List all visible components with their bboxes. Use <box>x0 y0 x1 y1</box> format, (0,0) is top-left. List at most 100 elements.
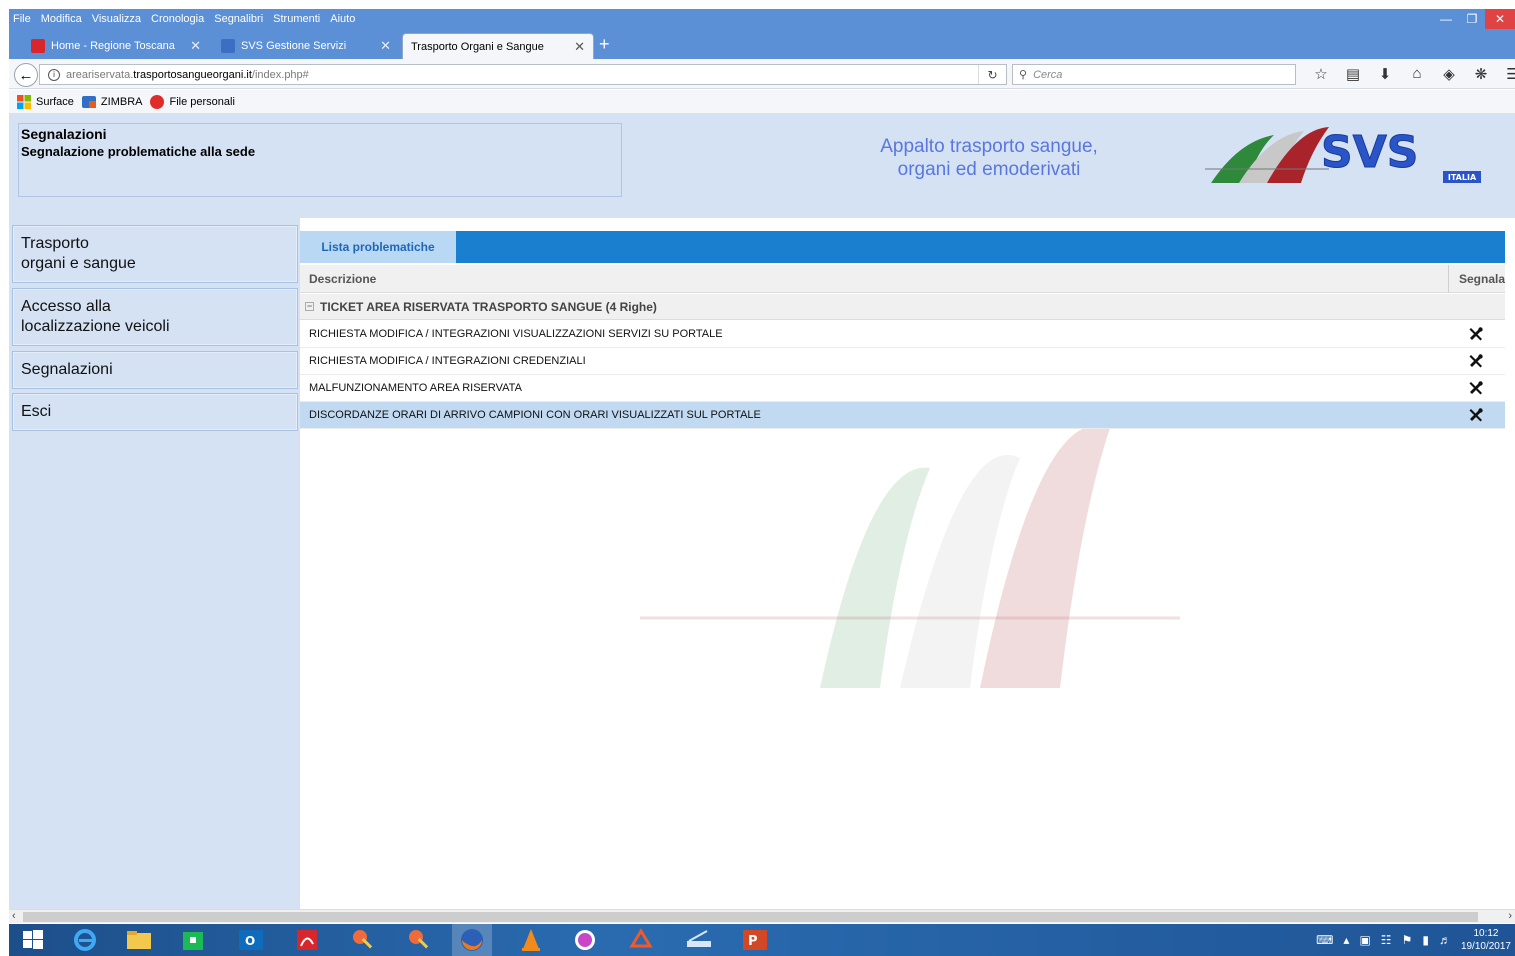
menu-segnalibri[interactable]: Segnalibri <box>214 13 263 25</box>
sidebar-item-localizzazione[interactable]: Accesso alla localizzazione veicoli <box>12 288 298 346</box>
start-windows-icon[interactable] <box>13 928 53 952</box>
collapse-group-icon[interactable]: − <box>305 302 314 311</box>
menu-cronologia[interactable]: Cronologia <box>151 13 204 25</box>
search-input[interactable]: ⚲ Cerca <box>1012 64 1296 85</box>
paint-icon-2[interactable] <box>399 928 439 952</box>
tab-lista-problematiche[interactable]: Lista problematiche <box>300 231 456 263</box>
tools-icon[interactable] <box>1468 407 1484 423</box>
close-tab-icon[interactable]: ✕ <box>574 39 585 55</box>
back-arrow-icon[interactable]: ← <box>14 63 38 87</box>
zimbra-icon <box>81 95 96 108</box>
show-hidden-icons-icon[interactable]: ▴ <box>1343 933 1349 947</box>
table-row[interactable]: RICHIESTA MODIFICA / INTEGRAZIONI CREDEN… <box>300 348 1505 375</box>
tools-icon[interactable] <box>1468 353 1484 369</box>
bookmark-label: File personali <box>169 95 235 108</box>
table-group-row[interactable]: − TICKET AREA RISERVATA TRASPORTO SANGUE… <box>300 294 1505 320</box>
url-prefix: areariservata. <box>66 68 134 81</box>
section-subtitle: Segnalazione problematiche alla sede <box>21 144 256 159</box>
menu-aiuto[interactable]: Aiuto <box>330 13 355 25</box>
tab-label: Trasporto Organi e Sangue <box>411 40 544 53</box>
search-icon: ⚲ <box>1019 69 1028 81</box>
new-tab-icon[interactable]: + <box>599 35 610 53</box>
sidebar-item-label: Accesso alla <box>21 298 111 315</box>
tools-icon[interactable] <box>1468 380 1484 396</box>
bookmark-star-icon[interactable]: ☆ <box>1305 65 1337 83</box>
bookmark-file-personali[interactable]: File personali <box>150 94 235 109</box>
tab-trasporto-organi-sangue[interactable]: Trasporto Organi e Sangue ✕ <box>402 33 594 59</box>
table-row-selected[interactable]: DISCORDANZE ORARI DI ARRIVO CAMPIONI CON… <box>300 402 1505 429</box>
tools-icon[interactable] <box>1468 326 1484 342</box>
scroll-right-icon[interactable]: › <box>1508 910 1512 922</box>
horizontal-scrollbar[interactable]: ‹ › <box>9 909 1515 923</box>
volume-icon[interactable]: ♬ <box>1439 933 1451 947</box>
row-description: DISCORDANZE ORARI DI ARRIVO CAMPIONI CON… <box>309 409 761 421</box>
download-icon[interactable]: ⬇ <box>1369 65 1401 83</box>
sidebar-item-segnalazioni[interactable]: Segnalazioni <box>12 351 298 389</box>
tray-app-icon[interactable]: ▣ <box>1359 933 1370 947</box>
powerpoint-icon[interactable]: P <box>735 928 775 952</box>
bookmark-surface[interactable]: Surface <box>17 94 74 109</box>
svg-text:P: P <box>748 934 758 949</box>
sync-icon[interactable] <box>621 928 661 952</box>
menu-modifica[interactable]: Modifica <box>41 13 82 25</box>
row-description: RICHIESTA MODIFICA / INTEGRAZIONI VISUAL… <box>309 328 723 340</box>
search-placeholder: Cerca <box>1033 68 1063 81</box>
keyboard-icon[interactable]: ⌨ <box>1316 933 1333 947</box>
bookmark-label: ZIMBRA <box>100 95 143 108</box>
tab-label: SVS Gestione Servizi <box>241 40 347 52</box>
scanner-icon[interactable] <box>679 928 719 952</box>
itunes-icon[interactable] <box>565 928 605 952</box>
info-icon[interactable]: i <box>48 68 60 81</box>
column-header-segnala[interactable]: Segnala <box>1448 265 1505 293</box>
close-window-icon[interactable]: ✕ <box>1485 9 1515 29</box>
close-tab-icon[interactable]: ✕ <box>380 38 391 54</box>
hamburger-menu-icon[interactable]: ☰ <box>1497 65 1515 83</box>
battery-icon[interactable]: ▮ <box>1422 933 1429 947</box>
restore-icon[interactable]: ❐ <box>1459 9 1485 29</box>
tab-home-regione-toscana[interactable]: Home - Regione Toscana ✕ <box>23 33 209 59</box>
vlc-icon[interactable] <box>511 928 551 952</box>
column-header-descrizione[interactable]: Descrizione <box>309 272 376 286</box>
store-icon[interactable] <box>173 928 213 952</box>
internet-explorer-icon[interactable] <box>65 928 105 952</box>
firefox-icon[interactable] <box>452 924 492 956</box>
outlook-icon[interactable]: O <box>231 928 271 952</box>
pocket-icon[interactable]: ◈ <box>1433 65 1465 83</box>
list-tab-strip: Lista problematiche <box>300 231 1505 263</box>
sidebar-item-label: Segnalazioni <box>21 361 113 378</box>
minimize-icon[interactable]: — <box>1433 9 1459 29</box>
reading-list-icon[interactable]: ▤ <box>1337 65 1369 83</box>
sidebar-item-trasporto[interactable]: Trasporto organi e sangue <box>12 225 298 283</box>
page-header: Segnalazioni Segnalazione problematiche … <box>9 113 1515 218</box>
svs-favicon-icon <box>221 39 235 53</box>
svg-text:O: O <box>245 934 255 948</box>
table-row[interactable]: RICHIESTA MODIFICA / INTEGRAZIONI VISUAL… <box>300 321 1505 348</box>
tagline-line1: Appalto trasporto sangue, <box>880 136 1098 157</box>
menu-strumenti[interactable]: Strumenti <box>273 13 320 25</box>
extension-icon[interactable]: ❋ <box>1465 65 1497 83</box>
group-label: TICKET AREA RISERVATA TRASPORTO SANGUE (… <box>320 299 657 314</box>
clock[interactable]: 10:12 19/10/2017 <box>1461 927 1511 953</box>
reload-icon[interactable]: ↻ <box>978 65 1006 84</box>
acrobat-icon[interactable] <box>287 928 327 952</box>
scrollbar-thumb[interactable] <box>23 912 1478 922</box>
scroll-left-icon[interactable]: ‹ <box>12 910 16 922</box>
logo-subtext: ITALIA <box>1448 173 1477 182</box>
menu-visualizza[interactable]: Visualizza <box>92 13 141 25</box>
web-page: Segnalazioni Segnalazione problematiche … <box>9 113 1515 909</box>
sidebar-item-esci[interactable]: Esci <box>12 393 298 431</box>
table-row[interactable]: MALFUNZIONAMENTO AREA RISERVATA <box>300 375 1505 402</box>
url-path: /index.php# <box>251 68 309 81</box>
close-tab-icon[interactable]: ✕ <box>190 38 201 54</box>
section-info-box: Segnalazioni Segnalazione problematiche … <box>18 123 622 197</box>
menu-file[interactable]: File <box>13 13 31 25</box>
network-icon[interactable]: ☷ <box>1381 933 1392 947</box>
sidebar-item-label: organi e sangue <box>21 255 136 272</box>
url-bar[interactable]: i areariservata. trasportosangueorgani.it… <box>39 64 1007 85</box>
file-explorer-icon[interactable] <box>119 928 159 952</box>
bookmark-zimbra[interactable]: ZIMBRA <box>81 95 143 109</box>
paint-icon[interactable] <box>343 928 383 952</box>
home-icon[interactable]: ⌂ <box>1401 65 1433 83</box>
flag-icon[interactable]: ⚑ <box>1402 933 1413 947</box>
tab-svs-gestione-servizi[interactable]: SVS Gestione Servizi ✕ <box>213 33 399 59</box>
